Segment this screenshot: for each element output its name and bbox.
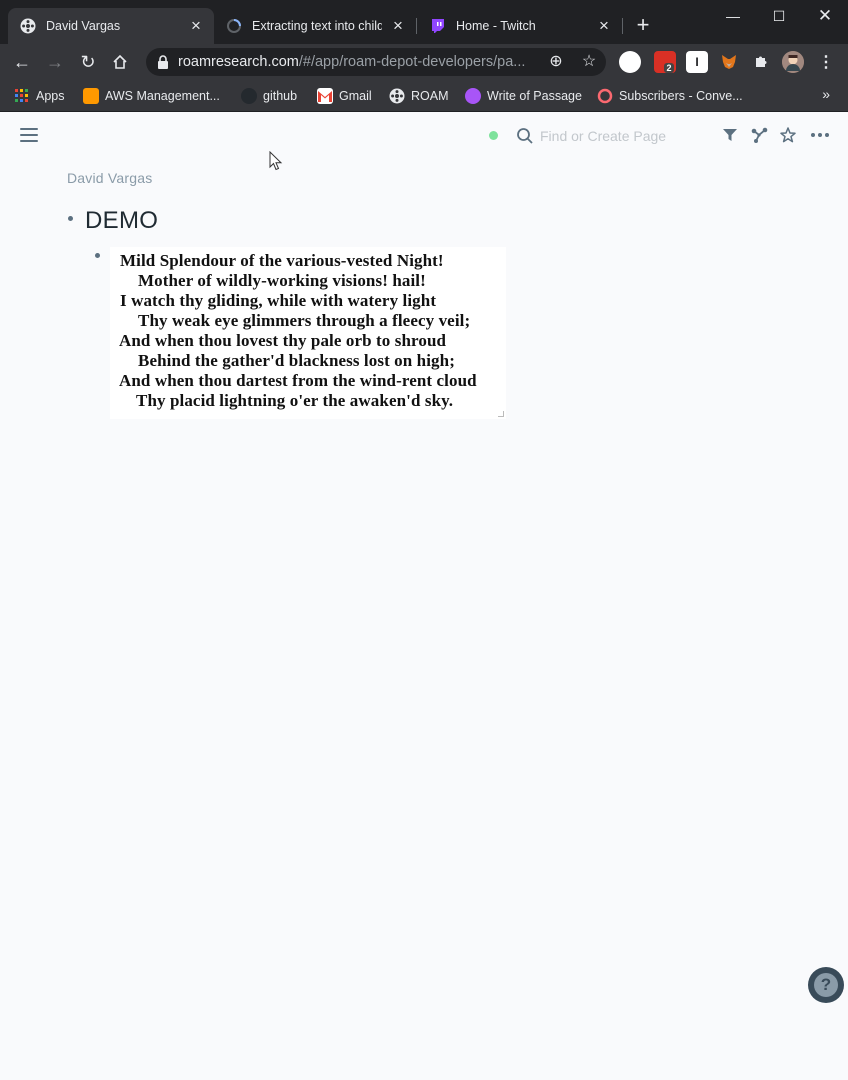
window-close-icon[interactable]: ✕	[814, 6, 836, 26]
search-icon	[516, 127, 534, 145]
search-box[interactable]	[510, 121, 715, 151]
filter-icon[interactable]	[720, 125, 740, 145]
loading-spinner-icon	[226, 18, 242, 34]
maximize-icon[interactable]: ☐	[768, 6, 790, 26]
extension-badge-count: 2	[664, 63, 674, 73]
github-icon	[241, 88, 257, 104]
back-arrow-icon[interactable]: ←	[10, 50, 34, 74]
roam-favicon-icon	[20, 18, 36, 34]
bookmark-label: github	[263, 89, 298, 103]
page-title[interactable]: DEMO	[85, 207, 158, 235]
help-question-icon: ?	[814, 973, 838, 997]
star-shortcut-icon[interactable]	[778, 125, 798, 145]
search-input[interactable]	[540, 125, 710, 147]
bookmark-label: Gmail	[339, 89, 372, 103]
metamask-fox-icon[interactable]	[718, 51, 740, 73]
close-icon[interactable]: ×	[596, 17, 612, 34]
poem-line: And when thou dartest from the wind-rent…	[119, 371, 477, 390]
lock-icon	[156, 54, 170, 70]
tab-title: Home - Twitch	[456, 19, 536, 33]
roam-app: David Vargas DEMO Mild Splendour of the …	[0, 113, 848, 1080]
user-avatar-icon[interactable]	[782, 51, 804, 73]
breadcrumb[interactable]: David Vargas	[67, 170, 152, 186]
more-options-icon[interactable]	[810, 125, 830, 145]
poem-line: Mild Splendour of the various-vested Nig…	[120, 251, 444, 270]
chrome-menu-icon[interactable]: ⋮	[815, 51, 837, 73]
poem-line: I watch thy gliding, while with watery l…	[120, 291, 437, 310]
instapaper-icon[interactable]: I	[686, 51, 708, 73]
bookmark-aws[interactable]: AWS Management...	[83, 87, 220, 105]
apps-grid-icon	[14, 88, 30, 104]
bookmarks-overflow-icon[interactable]: »	[822, 86, 830, 102]
aws-cube-icon	[83, 88, 99, 104]
extension-badge-icon[interactable]: 2	[654, 51, 676, 73]
tab-title: David Vargas	[46, 19, 121, 33]
bookmark-apps[interactable]: Apps	[14, 87, 65, 105]
minimize-icon[interactable]: —	[722, 6, 744, 26]
roam-icon	[389, 88, 405, 104]
tab-twitch[interactable]: Home - Twitch ×	[418, 8, 622, 44]
bookmark-write-of-passage[interactable]: Write of Passage	[465, 87, 582, 105]
bookmark-label: Write of Passage	[487, 89, 582, 103]
poem-line: Mother of wildly-working visions! hail!	[138, 271, 426, 290]
bookmark-roam[interactable]: ROAM	[389, 87, 449, 105]
tab-title: Extracting text into child b	[252, 19, 382, 33]
url-text: roamresearch.com/#/app/roam-depot-develo…	[178, 54, 538, 70]
poem-line: And when thou lovest thy pale orb to shr…	[119, 331, 447, 350]
bookmark-star-icon[interactable]: ☆	[579, 52, 599, 72]
twitch-icon	[430, 18, 446, 34]
url-host: roamresearch.com	[178, 54, 299, 70]
bookmark-gmail[interactable]: Gmail	[317, 87, 372, 105]
extension-letter: I	[695, 55, 699, 69]
poem-line: Thy placid lightning o'er the awaken'd s…	[136, 391, 454, 410]
close-icon[interactable]: ×	[390, 17, 406, 34]
mouse-cursor-icon	[269, 151, 283, 171]
bookmark-label: AWS Management...	[105, 89, 220, 103]
browser-titlebar: David Vargas × Extracting text into chil…	[0, 0, 848, 44]
bookmarks-bar: Apps AWS Management... github Gmail ROAM…	[0, 80, 848, 112]
convertkit-icon	[597, 88, 613, 104]
gmail-icon	[317, 88, 333, 104]
address-bar[interactable]: roamresearch.com/#/app/roam-depot-develo…	[146, 48, 606, 76]
bookmark-label: Subscribers - Conve...	[619, 89, 743, 103]
sync-status-icon	[489, 131, 498, 140]
tab-separator	[416, 18, 417, 34]
bookmark-label: Apps	[36, 89, 65, 103]
menu-icon[interactable]	[20, 128, 38, 142]
bookmark-github[interactable]: github	[241, 87, 297, 105]
poem-line: Thy weak eye glimmers through a fleecy v…	[138, 311, 471, 330]
poem-image[interactable]: Mild Splendour of the various-vested Nig…	[110, 247, 506, 419]
tab-separator	[622, 18, 623, 34]
block-bullet-icon[interactable]	[95, 253, 100, 258]
help-button[interactable]: ?	[808, 967, 844, 1003]
install-app-icon[interactable]: ⊕	[546, 52, 566, 72]
puzzle-extensions-icon[interactable]	[750, 51, 772, 73]
close-icon[interactable]: ×	[188, 17, 204, 34]
tab-extracting-text[interactable]: Extracting text into child b ×	[214, 8, 416, 44]
reload-icon[interactable]: ↻	[76, 50, 100, 74]
poem-line: Behind the gather'd blackness lost on hi…	[138, 351, 455, 370]
new-tab-button[interactable]: +	[632, 14, 654, 36]
image-resize-handle[interactable]	[498, 411, 504, 417]
write-of-passage-icon	[465, 88, 481, 104]
graph-overview-icon[interactable]	[749, 125, 769, 145]
home-icon[interactable]	[108, 50, 132, 74]
bookmark-subscribers[interactable]: Subscribers - Conve...	[597, 87, 743, 105]
profile-circle-icon[interactable]	[619, 51, 641, 73]
bookmark-label: ROAM	[411, 89, 449, 103]
url-path: /#/app/roam-depot-developers/pa...	[298, 54, 526, 70]
forward-arrow-icon[interactable]: →	[43, 50, 67, 74]
tab-david-vargas[interactable]: David Vargas ×	[8, 8, 214, 44]
title-bullet-icon[interactable]	[68, 216, 73, 221]
